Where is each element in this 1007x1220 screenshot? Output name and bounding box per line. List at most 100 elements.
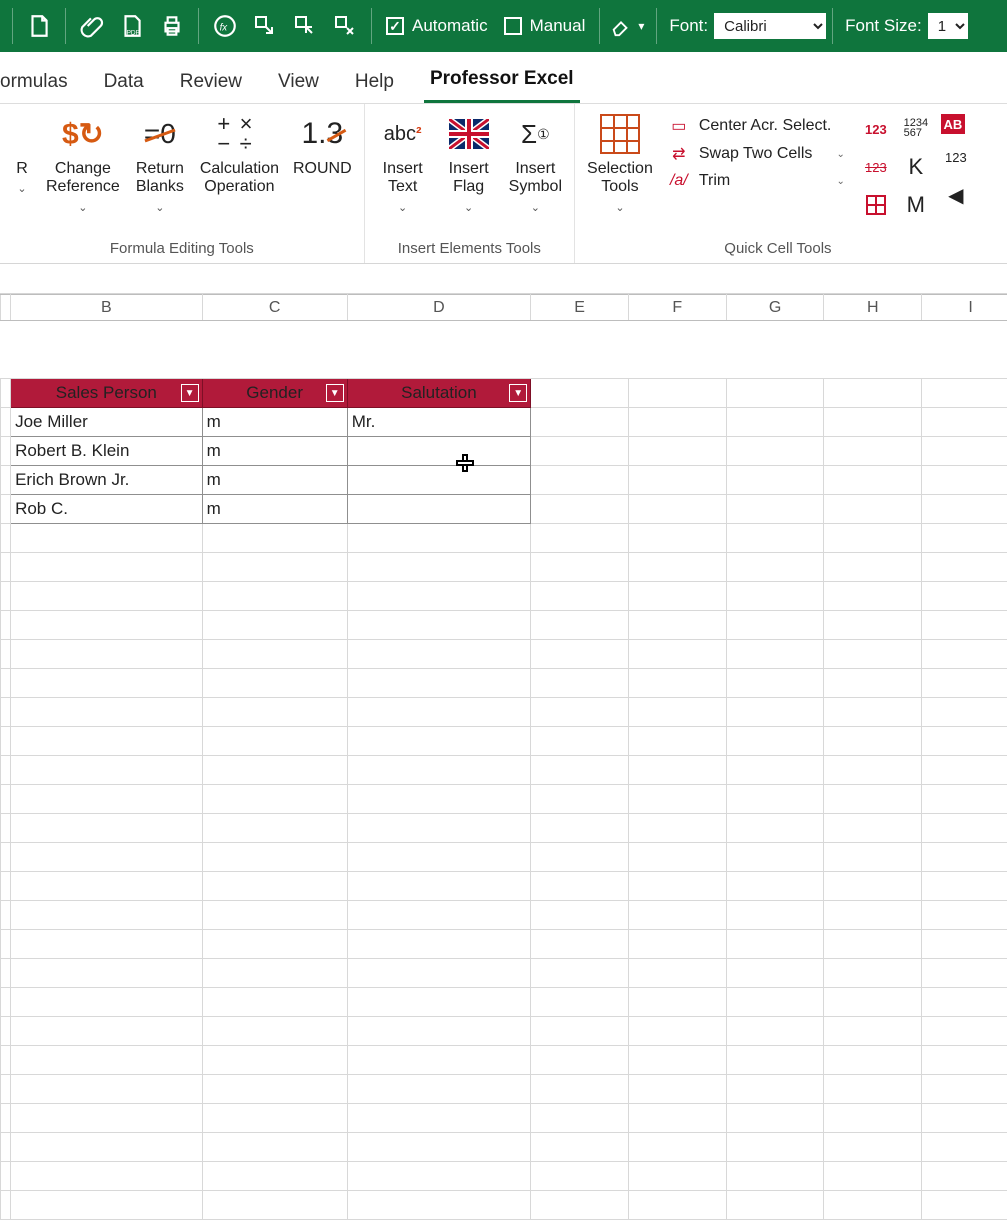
attach-icon[interactable] (72, 6, 112, 46)
cell[interactable] (347, 466, 530, 495)
cell[interactable]: m (202, 495, 347, 524)
partial-button[interactable]: R ⌄ (8, 110, 36, 197)
change-reference-button[interactable]: $↻ Change Reference ⌄ (42, 110, 124, 216)
cell[interactable]: Erich Brown Jr. (11, 466, 203, 495)
insert-symbol-button[interactable]: Σ① Insert Symbol ⌄ (505, 110, 566, 216)
spreadsheet-grid[interactable]: B C D E F G H I Sales Person ▼ Gender ▼ … (0, 294, 1007, 1220)
col-header[interactable]: C (202, 295, 347, 321)
center-across-select-button[interactable]: ▭ Center Acr. Select. (663, 114, 853, 138)
calculation-operation-button[interactable]: + −× ÷ Calculation Operation (196, 110, 283, 199)
round-strike-icon: 1.3 (300, 112, 344, 156)
center-select-icon: ▭ (667, 116, 691, 136)
letter-m-icon[interactable]: M (901, 190, 931, 220)
partial-icon (12, 112, 32, 156)
table-tool-3-icon[interactable] (325, 6, 365, 46)
ribbon-tabs: ormulas Data Review View Help Professor … (0, 52, 1007, 104)
eraser-icon[interactable] (606, 6, 636, 46)
ribbon-body: R ⌄ $↻ Change Reference ⌄ =0 Return Blan… (0, 104, 1007, 264)
table-tool-2-icon[interactable] (285, 6, 325, 46)
cell[interactable] (347, 495, 530, 524)
col-header[interactable]: D (347, 295, 530, 321)
print-icon[interactable] (152, 6, 192, 46)
font-name-select[interactable]: Calibri (714, 13, 826, 39)
dollar-swap-icon: $↻ (61, 112, 105, 156)
table-tool-1-icon[interactable] (245, 6, 285, 46)
chevron-down-icon: ⌄ (531, 201, 540, 214)
tab-view[interactable]: View (272, 61, 325, 103)
grid-tool-icon[interactable] (861, 190, 891, 220)
number-block-icon[interactable]: 1234567 (901, 114, 931, 144)
tab-data[interactable]: Data (98, 61, 150, 103)
tab-help[interactable]: Help (349, 61, 400, 103)
new-file-icon[interactable] (19, 6, 59, 46)
number-format-strike-icon[interactable]: 123 (861, 152, 891, 182)
tab-formulas[interactable]: ormulas (0, 61, 74, 103)
checkbox-checked-icon (386, 17, 404, 35)
chevron-down-icon: ⌄ (17, 182, 26, 195)
filter-dropdown-icon[interactable]: ▼ (509, 384, 527, 402)
manual-checkbox[interactable]: Manual (504, 16, 586, 36)
chevron-down-icon: ⌄ (836, 149, 848, 160)
col-header[interactable]: B (11, 295, 203, 321)
insert-flag-button[interactable]: Insert Flag ⌄ (439, 110, 499, 216)
cell[interactable]: Joe Miller (11, 408, 203, 437)
automatic-label: Automatic (412, 16, 488, 36)
qat-separator (198, 8, 199, 44)
flag-icon (447, 112, 491, 156)
cell[interactable]: Robert B. Klein (11, 437, 203, 466)
quick-access-toolbar: PDF fx Automatic Manual ▾ Font: Calibri … (0, 0, 1007, 52)
number-format-123-icon[interactable]: 123 (861, 114, 891, 144)
return-blanks-button[interactable]: =0 Return Blanks ⌄ (130, 110, 190, 216)
font-size-select[interactable]: 11 (928, 13, 968, 39)
tab-professor-excel[interactable]: Professor Excel (424, 58, 580, 103)
round-button[interactable]: 1.3 ROUND (289, 110, 356, 180)
filter-dropdown-icon[interactable]: ▼ (181, 384, 199, 402)
cell[interactable]: m (202, 437, 347, 466)
table-row: Rob C. m (1, 495, 1007, 524)
font-label: Font: (669, 16, 708, 36)
qat-separator (12, 8, 13, 44)
col-header[interactable] (1, 295, 11, 321)
swap-icon: ⇄ (667, 144, 691, 164)
swap-two-cells-button[interactable]: ⇄ Swap Two Cells ⌄ (663, 142, 853, 166)
abc-icon: abc² (381, 112, 425, 156)
filter-dropdown-icon[interactable]: ▼ (326, 384, 344, 402)
letter-k-icon[interactable]: K (901, 152, 931, 182)
number-123-icon[interactable]: 123 (941, 142, 971, 172)
cell[interactable]: m (202, 408, 347, 437)
cell[interactable]: Rob C. (11, 495, 203, 524)
ab-red-icon[interactable]: AB (941, 114, 965, 134)
fontsize-label: Font Size: (845, 16, 922, 36)
table-header-cell[interactable]: Gender ▼ (202, 379, 347, 408)
col-header[interactable]: I (922, 295, 1007, 321)
tab-review[interactable]: Review (174, 61, 248, 103)
table-header-cell[interactable]: Sales Person ▼ (11, 379, 203, 408)
group-formula-editing: R ⌄ $↻ Change Reference ⌄ =0 Return Blan… (0, 104, 365, 263)
cell[interactable]: Mr. (347, 408, 530, 437)
formula-bar[interactable] (0, 264, 1007, 294)
cell[interactable] (347, 437, 530, 466)
col-header[interactable]: F (628, 295, 726, 321)
col-header[interactable]: E (531, 295, 629, 321)
trim-button[interactable]: /a/ Trim ⌄ (663, 170, 853, 192)
col-header[interactable]: H (824, 295, 922, 321)
svg-text:PDF: PDF (127, 30, 140, 37)
fx-icon[interactable]: fx (205, 6, 245, 46)
chevron-down-icon: ⌄ (615, 201, 624, 214)
arrow-left-filled-icon[interactable]: ◀ (941, 180, 971, 210)
col-header[interactable]: G (726, 295, 824, 321)
insert-text-button[interactable]: abc² Insert Text ⌄ (373, 110, 433, 216)
qat-separator (371, 8, 372, 44)
export-pdf-icon[interactable]: PDF (112, 6, 152, 46)
sigma-circle-icon: Σ① (513, 112, 557, 156)
table-header-cell[interactable]: Salutation ▼ (347, 379, 530, 408)
selection-tools-button[interactable]: Selection Tools ⌄ (583, 110, 657, 216)
qat-separator (656, 8, 657, 44)
automatic-checkbox[interactable]: Automatic (386, 16, 488, 36)
group-quick-cell: Selection Tools ⌄ ▭ Center Acr. Select. … (575, 104, 981, 263)
qat-separator (599, 8, 600, 44)
eraser-dropdown-icon[interactable]: ▾ (638, 19, 644, 33)
cell[interactable]: m (202, 466, 347, 495)
equals-zero-strike-icon: =0 (138, 112, 182, 156)
table-row: Erich Brown Jr. m (1, 466, 1007, 495)
